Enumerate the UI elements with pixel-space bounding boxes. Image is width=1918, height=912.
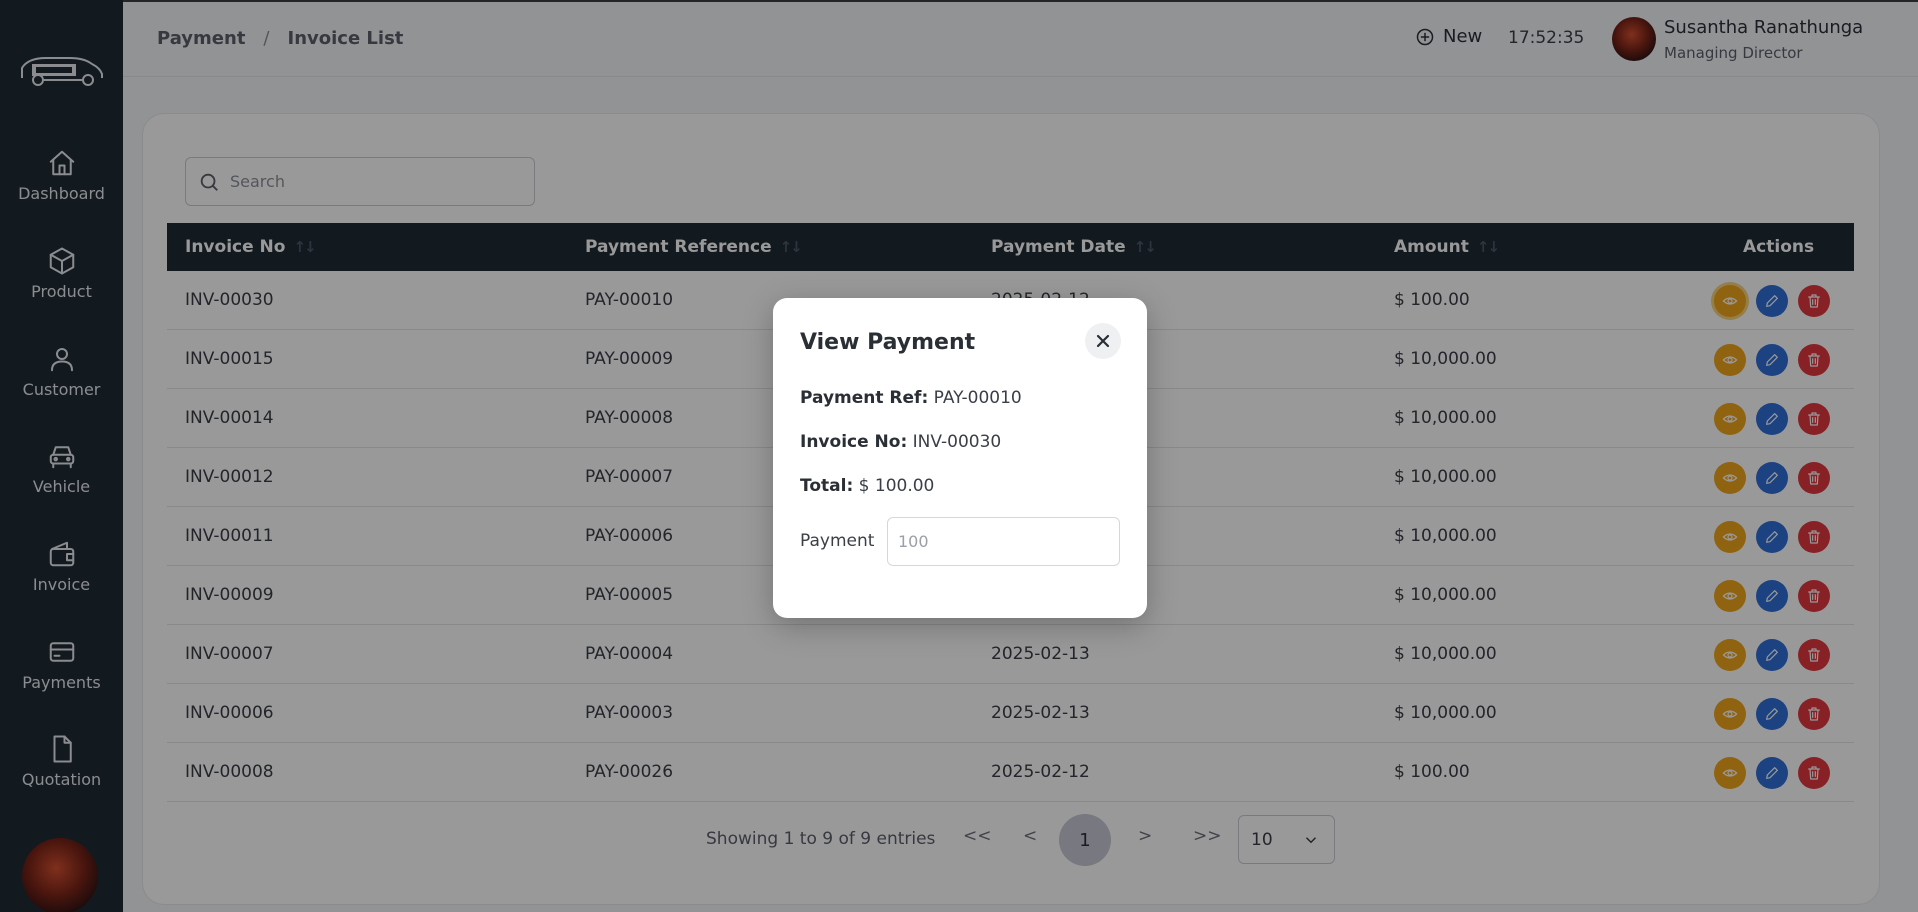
modal-title: View Payment xyxy=(800,330,976,355)
payment-ref-value: PAY-00010 xyxy=(933,388,1022,408)
payment-label: Payment xyxy=(800,531,875,551)
payment-ref-line: Payment Ref: PAY-00010 xyxy=(800,388,1022,408)
view-payment-modal: View Payment Payment Ref: PAY-00010 Invo… xyxy=(773,298,1147,618)
invoice-no-line: Invoice No: INV-00030 xyxy=(800,432,1001,452)
payment-ref-label: Payment Ref: xyxy=(800,388,929,408)
invoice-no-value: INV-00030 xyxy=(912,432,1002,452)
total-line: Total: $ 100.00 xyxy=(800,476,934,496)
total-label: Total: xyxy=(800,476,854,496)
close-icon xyxy=(1096,334,1110,348)
invoice-no-label: Invoice No: xyxy=(800,432,908,452)
total-value: $ 100.00 xyxy=(858,476,935,496)
close-button[interactable] xyxy=(1085,323,1121,359)
payment-amount-input[interactable] xyxy=(887,517,1120,566)
